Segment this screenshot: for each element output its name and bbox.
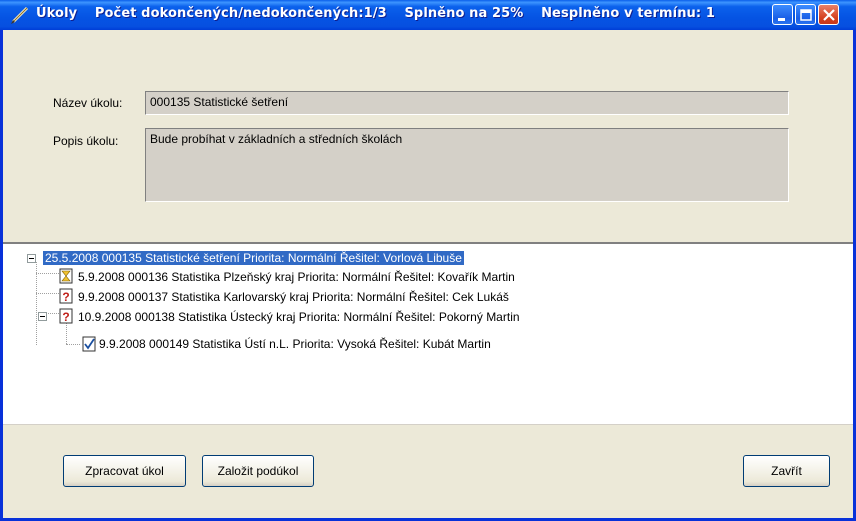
- title-bar[interactable]: Úkoly Počet dokončených/nedokončených:1/…: [0, 0, 856, 30]
- task-window: Úkoly Počet dokončených/nedokončených:1/…: [0, 0, 856, 521]
- minimize-button[interactable]: [772, 4, 793, 25]
- close-icon: [823, 9, 835, 21]
- tree-item-label: 5.9.2008 000136 Statistika Plzeňský kraj…: [78, 270, 515, 284]
- action-bar: Zpracovat úkol Založit podúkol Zavřít: [3, 425, 853, 518]
- title-completion-count: Počet dokončených/nedokončených:1/3: [94, 6, 387, 21]
- tree-item-label: 9.9.2008 000149 Statistika Ústí n.L. Pri…: [99, 337, 491, 351]
- question-icon: ?: [59, 288, 73, 304]
- maximize-button[interactable]: [795, 4, 816, 25]
- process-task-button[interactable]: Zpracovat úkol: [63, 455, 186, 487]
- minimize-icon: [778, 18, 785, 21]
- tree-item-label: 10.9.2008 000138 Statistika Ústecký kraj…: [78, 310, 520, 324]
- collapse-toggle[interactable]: [27, 254, 36, 263]
- create-subtask-button[interactable]: Založit podúkol: [202, 455, 314, 487]
- title-app-name: Úkoly: [36, 6, 78, 21]
- task-description-field[interactable]: Bude probíhat v základních a středních š…: [145, 128, 789, 202]
- close-button[interactable]: Zavřít: [743, 455, 830, 487]
- pen-icon: [11, 6, 29, 24]
- window-title: Úkoly Počet dokončených/nedokončených:1/…: [36, 6, 728, 21]
- question-icon: ?: [59, 308, 73, 324]
- tree-item-label: 9.9.2008 000137 Statistika Karlovarský k…: [78, 290, 509, 304]
- svg-text:?: ?: [62, 310, 69, 324]
- checked-icon: [82, 336, 96, 352]
- task-detail-panel: Název úkolu: 000135 Statistické šetření …: [3, 30, 853, 242]
- task-tree[interactable]: 25.5.2008 000135 Statistické šetření Pri…: [3, 242, 853, 425]
- title-overdue-count: Nesplněno v termínu: 1: [541, 6, 715, 21]
- tree-connector: [36, 293, 59, 294]
- title-percent-done: Splněno na 25%: [404, 6, 524, 21]
- task-name-label: Název úkolu:: [53, 96, 123, 110]
- maximize-icon: [800, 9, 812, 21]
- close-window-button[interactable]: [818, 4, 839, 25]
- task-name-field[interactable]: 000135 Statistické šetření: [145, 91, 789, 115]
- tree-connector: [36, 273, 59, 274]
- tree-connector: [36, 262, 37, 345]
- tree-connector: [66, 344, 80, 345]
- tree-item-label: 25.5.2008 000135 Statistické šetření Pri…: [43, 251, 464, 265]
- hourglass-icon: [59, 268, 73, 284]
- collapse-toggle[interactable]: [38, 312, 47, 321]
- task-description-label: Popis úkolu:: [53, 134, 119, 148]
- svg-text:?: ?: [62, 290, 69, 304]
